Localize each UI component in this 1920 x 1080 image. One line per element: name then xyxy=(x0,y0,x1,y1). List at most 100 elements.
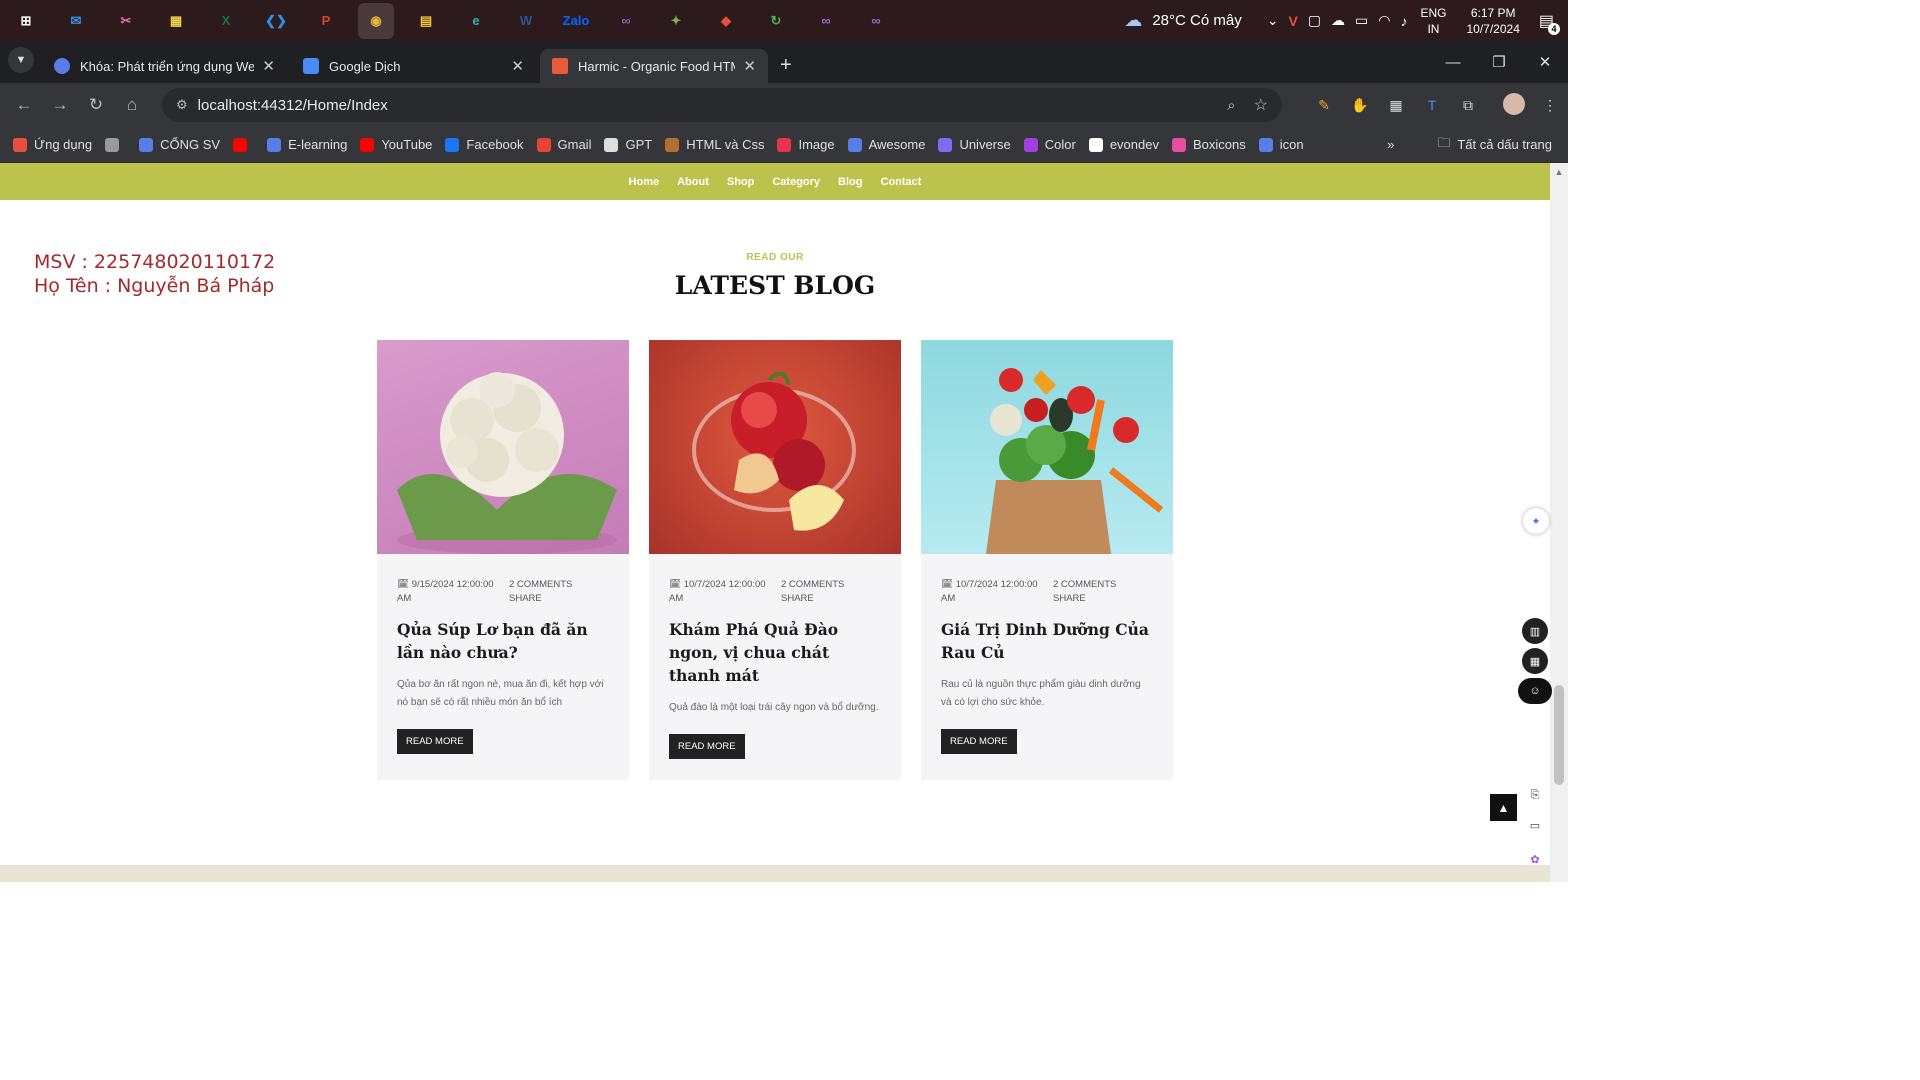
adblock-extension-icon[interactable]: ✋ xyxy=(1342,97,1378,114)
vivaldi-icon[interactable]: V xyxy=(1288,13,1297,29)
tab-khoa[interactable]: Khóa: Phát triển ứng dụng Web ✕ xyxy=(42,49,287,83)
close-tab-icon[interactable]: ✕ xyxy=(743,57,756,75)
read-more-button[interactable]: READ MORE xyxy=(669,734,745,759)
mail-icon[interactable]: ✉ xyxy=(58,3,94,39)
nav-blog[interactable]: Blog xyxy=(838,176,862,188)
bookmark-c-ng-sv[interactable]: CỔNG SV xyxy=(139,137,220,152)
nav-contact[interactable]: Contact xyxy=(881,176,922,188)
bookmark-universe[interactable]: Universe xyxy=(938,137,1011,152)
close-window-icon[interactable]: ✕ xyxy=(1522,53,1568,71)
powerpoint-icon[interactable]: P xyxy=(308,3,344,39)
bookmark-awesome[interactable]: Awesome xyxy=(847,137,925,152)
windows-start-icon[interactable]: ⊞ xyxy=(8,3,44,39)
zoom-icon[interactable]: ⌕ xyxy=(1227,97,1235,114)
onedrive-icon[interactable]: ☁ xyxy=(1331,12,1345,29)
blog-image-peach[interactable] xyxy=(649,340,901,554)
store-icon[interactable]: ▦ xyxy=(158,3,194,39)
pen-extension-icon[interactable]: ✎ xyxy=(1306,97,1342,114)
translate-extension-icon[interactable]: T xyxy=(1414,97,1450,113)
profile-avatar[interactable] xyxy=(1496,92,1532,118)
bookmark-color[interactable]: Color xyxy=(1023,137,1076,152)
wifi-icon[interactable]: ◠ xyxy=(1378,12,1390,29)
blog-title[interactable]: Khám Phá Quả Đào ngon, vị chua chát than… xyxy=(649,606,901,687)
file-explorer-icon[interactable]: ▤ xyxy=(408,3,444,39)
bookmark-gpt[interactable]: GPT xyxy=(604,137,652,152)
blog-comments[interactable]: 2 COMMENTS SHARE xyxy=(1053,578,1123,606)
read-more-button[interactable]: READ MORE xyxy=(941,729,1017,754)
bookmark-facebook[interactable]: Facebook xyxy=(445,137,524,152)
menu-icon[interactable]: ⋮ xyxy=(1532,97,1568,114)
blog-title[interactable]: Qủa Súp Lơ bạn đã ăn lần nào chưa? xyxy=(377,606,629,664)
bookmark-youtube[interactable]: YouTube xyxy=(360,137,432,152)
tab-search-button[interactable]: ▼ xyxy=(8,47,34,73)
bookmark-icon[interactable]: icon xyxy=(1258,137,1304,152)
volume-icon[interactable]: ♪ xyxy=(1400,13,1407,29)
extensions-icon[interactable]: ⧉ xyxy=(1450,97,1486,114)
blog-title[interactable]: Giá Trị Dinh Dưỡng Của Rau Củ xyxy=(921,606,1173,664)
sidebar-translate-icon[interactable]: ⎘ xyxy=(1522,782,1548,808)
all-bookmarks-folder[interactable]: 🗀 Tất cả dấu trang xyxy=(1437,134,1552,156)
nav-about[interactable]: About xyxy=(677,176,709,188)
bookmark-html-v-css[interactable]: HTML và Css xyxy=(665,137,764,152)
sidebar-reader-icon[interactable]: ▭ xyxy=(1522,812,1548,838)
more-bookmarks-icon[interactable]: » xyxy=(1387,137,1394,152)
bookmark-evondev[interactable]: evondev xyxy=(1088,137,1159,152)
nav-category[interactable]: Category xyxy=(772,176,820,188)
sidebar-ext-water-icon[interactable]: ✦ xyxy=(1523,508,1549,534)
nav-home[interactable]: Home xyxy=(629,176,660,188)
nav-shop[interactable]: Shop xyxy=(727,176,755,188)
tab-google-dich[interactable]: Google Dịch ✕ xyxy=(291,49,536,83)
read-more-button[interactable]: READ MORE xyxy=(397,729,473,754)
extension3-icon[interactable]: ▦ xyxy=(1378,97,1414,114)
snipping-icon[interactable]: ✂ xyxy=(108,3,144,39)
word-icon[interactable]: W xyxy=(508,3,544,39)
scrollbar-thumb[interactable] xyxy=(1554,685,1564,785)
vs-preview-icon[interactable]: ∞ xyxy=(808,3,844,39)
back-to-top-button[interactable]: ▲ xyxy=(1490,794,1517,821)
bookmark-icon-3[interactable] xyxy=(233,137,254,152)
meet-icon[interactable]: ▢ xyxy=(1308,12,1321,29)
blog-comments[interactable]: 2 COMMENTS SHARE xyxy=(781,578,851,606)
edge-icon[interactable]: e xyxy=(458,3,494,39)
sidebar-book-icon[interactable]: ▥ xyxy=(1522,618,1548,644)
chrome-icon[interactable]: ◉ xyxy=(358,2,394,39)
language-indicator[interactable]: ENG IN xyxy=(1420,5,1446,37)
blog-image-cauliflower[interactable] xyxy=(377,340,629,554)
blog-image-vegetables[interactable] xyxy=(921,340,1173,554)
app-icon[interactable]: ✦ xyxy=(658,3,694,39)
sidebar-grid-icon[interactable]: ▦ xyxy=(1522,648,1548,674)
address-bar[interactable]: ⚙ localhost:44312/Home/Index ⌕ ☆ xyxy=(162,88,1282,122)
bookmark-boxicons[interactable]: Boxicons xyxy=(1171,137,1246,152)
bookmark-e-learning[interactable]: E-learning xyxy=(267,137,347,152)
sidebar-ai-icon[interactable]: ✿ xyxy=(1522,846,1548,872)
page-scrollbar[interactable]: ▲ xyxy=(1550,163,1568,882)
bookmark-image[interactable]: Image xyxy=(777,137,835,152)
back-icon[interactable]: ← xyxy=(6,95,42,115)
sidebar-discord-icon[interactable]: ☺ xyxy=(1518,678,1552,704)
close-tab-icon[interactable]: ✕ xyxy=(262,57,275,75)
app2-icon[interactable]: ↻ xyxy=(758,3,794,39)
scroll-up-arrow[interactable]: ▲ xyxy=(1550,167,1568,177)
vs-preview2-icon[interactable]: ∞ xyxy=(858,3,894,39)
close-tab-icon[interactable]: ✕ xyxy=(511,57,524,75)
excel-icon[interactable]: X xyxy=(208,3,244,39)
weather-text[interactable]: 28°C Có mây xyxy=(1152,12,1241,29)
zalo-icon[interactable]: Zalo xyxy=(558,3,594,39)
bookmark-icon-1[interactable] xyxy=(105,137,126,152)
reload-icon[interactable]: ↻ xyxy=(78,95,114,115)
site-info-icon[interactable]: ⚙ xyxy=(176,97,188,113)
battery-icon[interactable]: ▭ xyxy=(1355,12,1368,29)
chevron-up-icon[interactable]: ⌄ xyxy=(1267,12,1279,29)
home-icon[interactable]: ⌂ xyxy=(114,95,150,115)
bookmark-star-icon[interactable]: ☆ xyxy=(1254,95,1268,115)
bookmark-gmail[interactable]: Gmail xyxy=(536,137,591,152)
minimize-icon[interactable]: — xyxy=(1430,54,1476,71)
bookmark--ng-d-ng[interactable]: Ứng dụng xyxy=(13,137,92,152)
weather-icon[interactable]: ☁ xyxy=(1124,10,1142,31)
git-icon[interactable]: ◆ xyxy=(708,3,744,39)
visual-studio-icon[interactable]: ∞ xyxy=(608,3,644,39)
clock[interactable]: 6:17 PM 10/7/2024 xyxy=(1466,5,1519,37)
restore-icon[interactable]: ❐ xyxy=(1476,53,1522,71)
blog-comments[interactable]: 2 COMMENTS SHARE xyxy=(509,578,579,606)
vscode-icon[interactable]: ❮❯ xyxy=(258,3,294,39)
